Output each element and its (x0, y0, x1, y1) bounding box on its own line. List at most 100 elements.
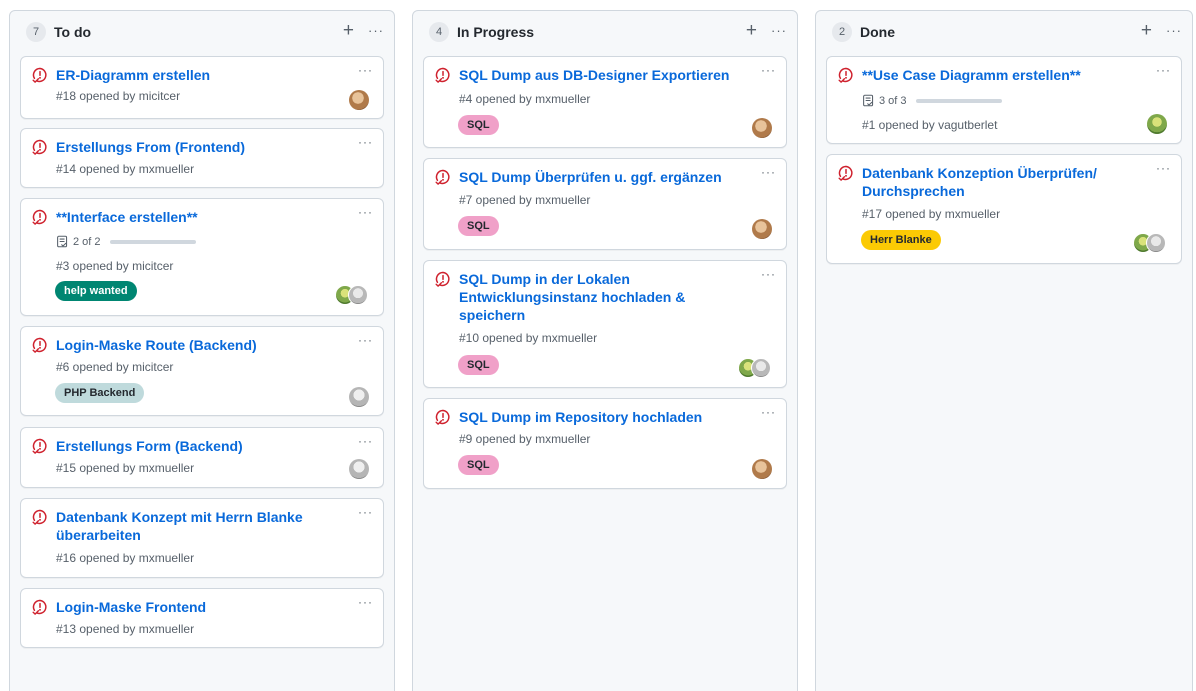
card-menu-icon[interactable]: ··· (358, 205, 373, 219)
label-sql[interactable]: SQL (458, 355, 499, 375)
issue-title-link[interactable]: SQL Dump im Repository hochladen (459, 408, 744, 426)
tasklist-icon (56, 235, 69, 248)
avatar[interactable] (1147, 114, 1167, 134)
card-menu-icon[interactable]: ··· (358, 595, 373, 609)
avatar[interactable] (349, 90, 369, 110)
column-title: To do (54, 24, 92, 40)
issue-card[interactable]: ER-Diagramm erstellen ··· #18 opened by … (20, 56, 384, 119)
issue-card[interactable]: Erstellungs Form (Backend) ··· #15 opene… (20, 427, 384, 488)
issue-meta: #17 opened by mxmueller (862, 207, 1001, 221)
issue-closed-icon (435, 67, 451, 83)
issue-closed-icon (32, 139, 48, 155)
issue-meta: #4 opened by mxmueller (459, 92, 591, 106)
issue-meta: #7 opened by mxmueller (459, 193, 591, 207)
column-header: 2 Done + ··· (816, 11, 1192, 53)
column-title: Done (860, 24, 895, 40)
column-menu-icon[interactable]: ··· (368, 22, 384, 40)
task-progress-text: 3 of 3 (879, 94, 907, 107)
issue-card[interactable]: Login-Maske Route (Backend) ··· #6 opene… (20, 326, 384, 416)
task-progress-bar (109, 239, 196, 244)
card-menu-icon[interactable]: ··· (761, 267, 776, 281)
issue-card[interactable]: SQL Dump aus DB-Designer Exportieren ···… (423, 56, 787, 148)
avatar[interactable] (752, 118, 772, 138)
issue-title-link[interactable]: Erstellungs From (Frontend) (56, 138, 341, 156)
issue-card[interactable]: Datenbank Konzeption Überprüfen/ Durchsp… (826, 154, 1182, 264)
issue-meta: #9 opened by mxmueller (459, 432, 591, 446)
label-herr-blanke[interactable]: Herr Blanke (861, 230, 941, 250)
issue-meta: #6 opened by micitcer (56, 360, 174, 374)
label-sql[interactable]: SQL (458, 455, 499, 475)
issue-closed-icon (32, 209, 48, 225)
issue-closed-icon (32, 337, 48, 353)
card-menu-icon[interactable]: ··· (358, 333, 373, 347)
column-to-do: 7 To do + ··· ER-Diagramm erstellen ··· … (9, 10, 395, 691)
issue-closed-icon (32, 509, 48, 525)
column-menu-icon[interactable]: ··· (771, 22, 787, 40)
card-menu-icon[interactable]: ··· (761, 405, 776, 419)
avatar[interactable] (349, 459, 369, 479)
issue-meta: #13 opened by mxmueller (56, 622, 195, 636)
card-menu-icon[interactable]: ··· (358, 505, 373, 519)
card-menu-icon[interactable]: ··· (761, 165, 776, 179)
issue-closed-icon (32, 438, 48, 454)
issue-title-link[interactable]: Datenbank Konzept mit Herrn Blanke übera… (56, 508, 341, 544)
card-menu-icon[interactable]: ··· (761, 63, 776, 77)
avatar[interactable] (752, 459, 772, 479)
column-title: In Progress (457, 24, 535, 40)
avatar[interactable] (752, 219, 772, 239)
task-progress-text: 2 of 2 (73, 235, 101, 248)
task-progress-bar (915, 98, 1002, 103)
column-done: 2 Done + ··· **Use Case Diagramm erstell… (815, 10, 1193, 691)
label-sql[interactable]: SQL (458, 115, 499, 135)
issue-closed-icon (838, 165, 854, 181)
tasklist-icon (862, 94, 875, 107)
card-menu-icon[interactable]: ··· (1156, 63, 1171, 77)
label-help-wanted[interactable]: help wanted (55, 281, 137, 301)
issue-title-link[interactable]: Login-Maske Route (Backend) (56, 336, 341, 354)
issue-title-link[interactable]: Erstellungs Form (Backend) (56, 437, 341, 455)
column-in-progress: 4 In Progress + ··· SQL Dump aus DB-Desi… (412, 10, 798, 691)
card-menu-icon[interactable]: ··· (358, 63, 373, 77)
issue-card[interactable]: Datenbank Konzept mit Herrn Blanke übera… (20, 498, 384, 578)
column-header: 7 To do + ··· (10, 11, 394, 53)
card-menu-icon[interactable]: ··· (1156, 161, 1171, 175)
issue-title-link[interactable]: SQL Dump in der Lokalen Entwicklungsinst… (459, 270, 744, 324)
issue-title-link[interactable]: **Interface erstellen** (56, 208, 341, 226)
add-card-icon[interactable]: + (1141, 21, 1152, 40)
issue-card[interactable]: Login-Maske Frontend ··· #13 opened by m… (20, 588, 384, 648)
label-php-backend[interactable]: PHP Backend (55, 383, 145, 403)
issue-meta: #14 opened by mxmueller (56, 162, 195, 176)
issue-closed-icon (435, 169, 451, 185)
avatar[interactable] (349, 387, 369, 407)
issue-card[interactable]: SQL Dump in der Lokalen Entwicklungsinst… (423, 260, 787, 388)
issue-title-link[interactable]: ER-Diagramm erstellen (56, 66, 341, 84)
add-card-icon[interactable]: + (746, 21, 757, 40)
column-count: 2 (832, 22, 852, 42)
issue-closed-icon (838, 67, 854, 83)
issue-title-link[interactable]: Datenbank Konzeption Überprüfen/ Durchsp… (862, 164, 1139, 200)
avatar-group[interactable] (335, 285, 369, 305)
issue-title-link[interactable]: SQL Dump Überprüfen u. ggf. ergänzen (459, 168, 744, 186)
issue-card[interactable]: **Interface erstellen** ··· 2 of 2 #3 op… (20, 198, 384, 316)
issue-meta: #15 opened by mxmueller (56, 461, 195, 475)
add-card-icon[interactable]: + (343, 21, 354, 40)
issue-card[interactable]: SQL Dump im Repository hochladen ··· #9 … (423, 398, 787, 489)
label-sql[interactable]: SQL (458, 216, 499, 236)
avatar-group[interactable] (1133, 233, 1167, 253)
column-menu-icon[interactable]: ··· (1166, 22, 1182, 40)
issue-card[interactable]: Erstellungs From (Frontend) ··· #14 open… (20, 128, 384, 188)
issue-title-link[interactable]: SQL Dump aus DB-Designer Exportieren (459, 66, 744, 84)
card-menu-icon[interactable]: ··· (358, 434, 373, 448)
issue-closed-icon (435, 409, 451, 425)
issue-card[interactable]: **Use Case Diagramm erstellen** ··· 3 of… (826, 56, 1182, 144)
issue-meta: #1 opened by vagutberlet (862, 118, 998, 132)
card-menu-icon[interactable]: ··· (358, 135, 373, 149)
issue-closed-icon (435, 271, 451, 287)
issue-title-link[interactable]: **Use Case Diagramm erstellen** (862, 66, 1139, 84)
issue-closed-icon (32, 67, 48, 83)
issue-card[interactable]: SQL Dump Überprüfen u. ggf. ergänzen ···… (423, 158, 787, 250)
task-progress: 2 of 2 (56, 235, 196, 248)
issue-meta: #10 opened by mxmueller (459, 331, 598, 345)
issue-title-link[interactable]: Login-Maske Frontend (56, 598, 341, 616)
avatar-group[interactable] (738, 358, 772, 378)
